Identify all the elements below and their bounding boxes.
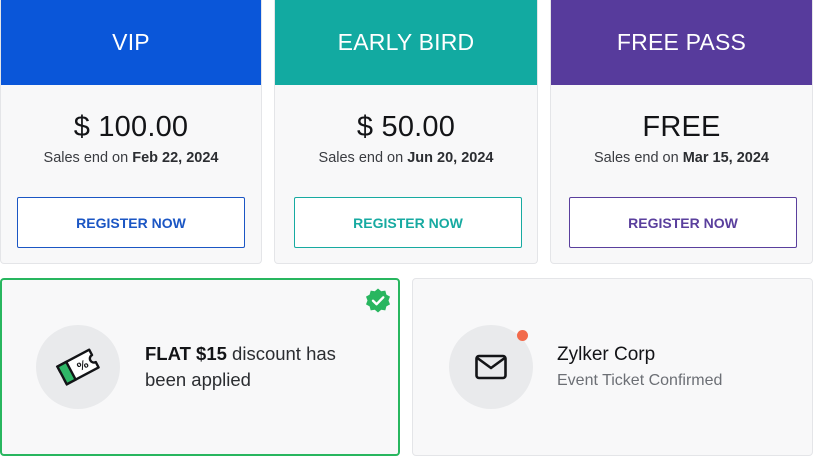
sales-end-date: Jun 20, 2024 xyxy=(407,150,494,166)
ticket-card-free-pass: FREE PASS FREE Sales end on Mar 15, 2024… xyxy=(550,0,813,264)
sales-end-date: Feb 22, 2024 xyxy=(132,150,219,166)
notification-status: Event Ticket Confirmed xyxy=(557,372,723,389)
ticket-price-free-pass: FREE xyxy=(642,111,721,143)
sales-end-label: Sales end on xyxy=(43,150,129,166)
unread-dot xyxy=(517,330,528,341)
verified-check-icon xyxy=(366,288,390,313)
discount-amount: FLAT $15 xyxy=(145,343,227,364)
notification-icon-circle xyxy=(449,325,533,409)
ticket-header-vip: VIP xyxy=(1,0,261,85)
notification-card[interactable]: Zylker Corp Event Ticket Confirmed xyxy=(412,278,813,456)
event-tickets-panel: VIP $ 100.00 Sales end on Feb 22, 2024 R… xyxy=(0,0,813,459)
sales-end-vip: Sales end on Feb 22, 2024 xyxy=(1,150,261,166)
discount-message: FLAT $15 discount has been applied xyxy=(145,341,360,393)
ticket-card-vip: VIP $ 100.00 Sales end on Feb 22, 2024 R… xyxy=(0,0,262,264)
ticket-header-free-pass: FREE PASS xyxy=(551,0,812,85)
envelope-icon xyxy=(475,354,507,380)
discount-applied-card: % FLAT $15 discount has been applied xyxy=(0,278,400,456)
ticket-price-vip: $ 100.00 xyxy=(73,111,189,143)
sales-end-date: Mar 15, 2024 xyxy=(682,150,769,166)
notification-company: Zylker Corp xyxy=(557,344,656,365)
sales-end-label: Sales end on xyxy=(594,150,679,166)
ticket-card-early-bird: EARLY BIRD $ 50.00 Sales end on Jun 20, … xyxy=(274,0,538,264)
sales-end-label: Sales end on xyxy=(318,150,404,166)
notification-text: Zylker Corp Event Ticket Confirmed xyxy=(557,342,722,392)
sales-end-free-pass: Sales end on Mar 15, 2024 xyxy=(551,150,812,166)
register-now-button-vip[interactable]: REGISTER NOW xyxy=(17,197,245,248)
ticket-header-early-bird: EARLY BIRD xyxy=(275,0,537,85)
register-now-button-early-bird[interactable]: REGISTER NOW xyxy=(294,197,522,248)
discount-icon-circle: % xyxy=(36,325,120,409)
sales-end-early-bird: Sales end on Jun 20, 2024 xyxy=(275,150,537,166)
register-now-button-free-pass[interactable]: REGISTER NOW xyxy=(569,197,797,248)
ticket-price-early-bird: $ 50.00 xyxy=(356,111,456,143)
discount-ticket-icon: % xyxy=(55,348,100,386)
